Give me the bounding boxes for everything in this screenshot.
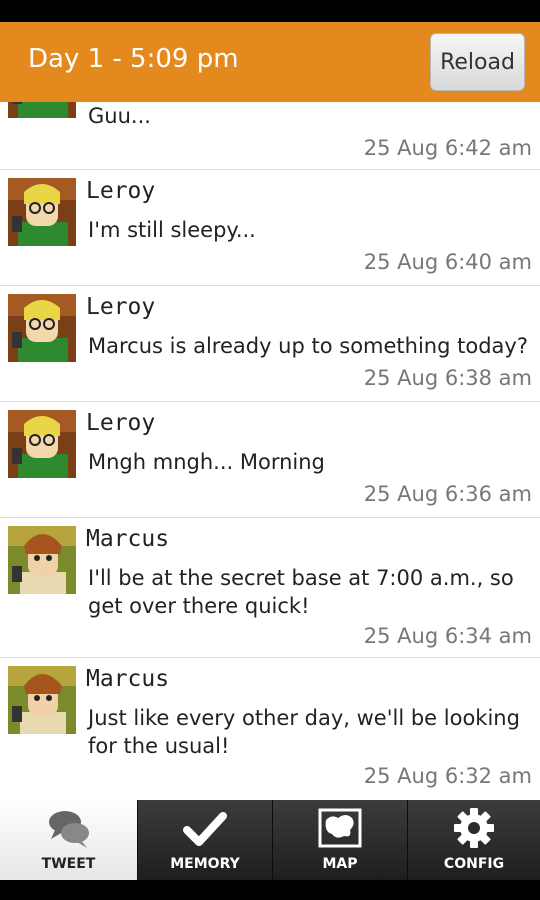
leroy-avatar	[8, 410, 76, 478]
message-text: I'll be at the secret base at 7:00 a.m.,…	[88, 566, 514, 618]
header-bar: Day 1 - 5:09 pm Reload	[0, 22, 540, 102]
feed-item[interactable]: Marcus Just like every other day, we'll …	[0, 658, 540, 800]
tab-memory[interactable]: MEMORY	[137, 800, 272, 880]
feed-item[interactable]: Leroy I'm still sleepy... 25 Aug 6:40 am	[0, 170, 540, 286]
message-text: I'm still sleepy...	[88, 218, 256, 242]
timestamp: 25 Aug 6:40 am	[363, 250, 532, 274]
bottom-tab-bar: TWEET MEMORY MAP CONFIG	[0, 800, 540, 880]
feed-item[interactable]: Leroy Mngh mngh... Morning 25 Aug 6:36 a…	[0, 402, 540, 518]
marcus-avatar	[8, 666, 76, 734]
leroy-avatar	[8, 294, 76, 362]
timestamp: 25 Aug 6:32 am	[363, 764, 532, 788]
reload-button[interactable]: Reload	[430, 33, 525, 91]
message-text: Just like every other day, we'll be look…	[88, 706, 520, 758]
tab-label: MAP	[322, 856, 358, 872]
map-icon	[318, 808, 362, 848]
marcus-avatar	[8, 526, 76, 594]
tab-tweet[interactable]: TWEET	[0, 800, 137, 880]
message-text: Marcus is already up to something today?	[88, 334, 528, 358]
tab-label: MEMORY	[170, 856, 240, 872]
tab-config[interactable]: CONFIG	[407, 800, 540, 880]
tweet-feed[interactable]: Guu... 25 Aug 6:42 am Leroy I'm still sl…	[0, 102, 540, 800]
sender-name: Leroy	[86, 178, 156, 204]
feed-item[interactable]: Marcus I'll be at the secret base at 7:0…	[0, 518, 540, 658]
sender-name: Marcus	[86, 666, 170, 692]
timestamp: 25 Aug 6:38 am	[363, 366, 532, 390]
timestamp: 25 Aug 6:36 am	[363, 482, 532, 506]
sender-name: Leroy	[86, 294, 156, 320]
checkmark-icon	[183, 812, 227, 846]
leroy-avatar	[8, 178, 76, 246]
day-time-title: Day 1 - 5:09 pm	[28, 44, 239, 74]
timestamp: 25 Aug 6:42 am	[363, 136, 532, 160]
tab-map[interactable]: MAP	[272, 800, 407, 880]
sender-name: Marcus	[86, 526, 170, 552]
message-text: Guu...	[88, 104, 151, 128]
feed-item[interactable]: Leroy Marcus is already up to something …	[0, 286, 540, 402]
speech-bubbles-icon	[48, 811, 89, 848]
sender-name: Leroy	[86, 410, 156, 436]
message-text: Mngh mngh... Morning	[88, 450, 325, 474]
leroy-avatar	[8, 102, 76, 118]
timestamp: 25 Aug 6:34 am	[363, 624, 532, 648]
gear-icon	[454, 808, 494, 848]
tab-label: TWEET	[41, 856, 96, 872]
feed-item[interactable]: Guu... 25 Aug 6:42 am	[0, 102, 540, 170]
tab-label: CONFIG	[443, 856, 505, 872]
app-screen: Day 1 - 5:09 pm Reload Guu... 25 Aug 6:4…	[0, 22, 540, 880]
